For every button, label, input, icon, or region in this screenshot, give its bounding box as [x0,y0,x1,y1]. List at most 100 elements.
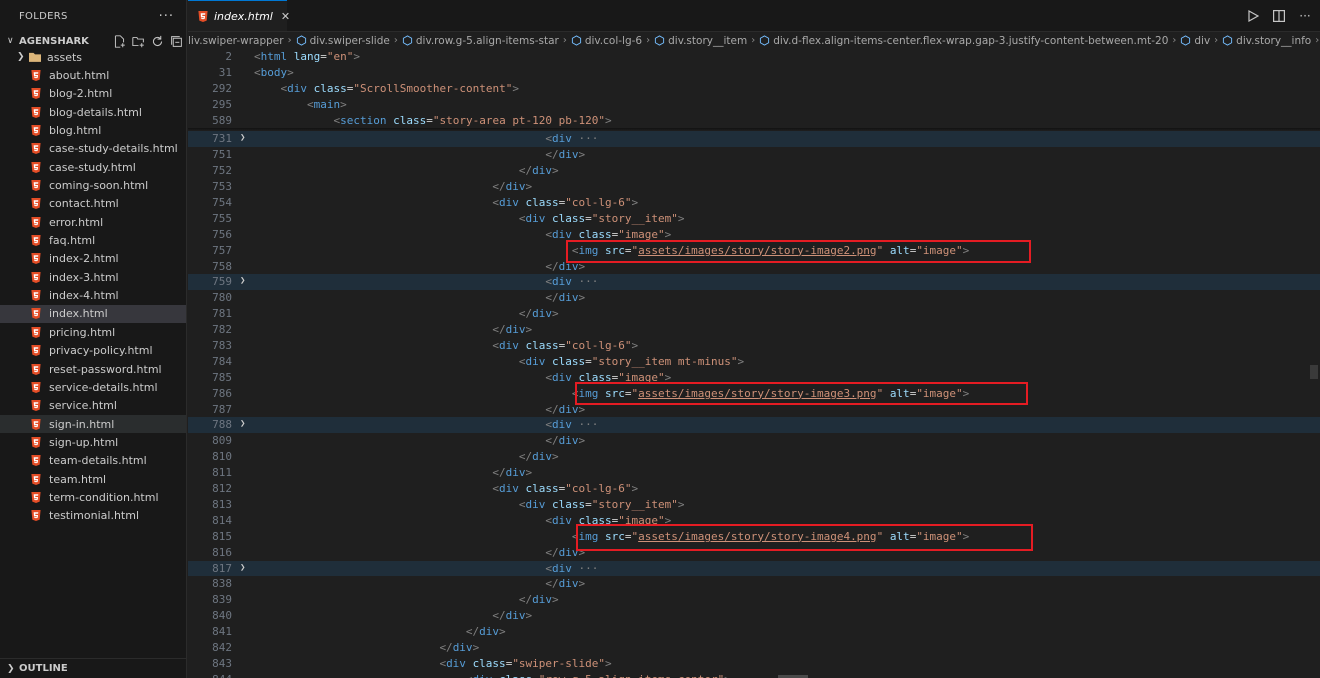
file-label: index.html [49,307,108,321]
outline-panel-header[interactable]: ❯ OUTLINE [0,658,186,678]
code-line[interactable]: 755 <div class="story__item"> [188,211,1320,227]
breadcrumb-item[interactable]: liv.swiper-wrapper [188,35,284,47]
code-line[interactable]: 788 ❯ <div ··· [188,417,1320,434]
chevron-right-icon: › [646,35,651,46]
split-editor-icon[interactable] [1272,9,1286,23]
breadcrumb-item[interactable]: div [1180,35,1210,47]
code-line[interactable]: 811 </div> [188,465,1320,481]
file-item[interactable]: term-condition.html [0,488,186,506]
line-number: 785 [212,370,232,384]
file-item[interactable]: coming-soon.html [0,176,186,194]
breadcrumb-item[interactable]: div.story__info [1222,35,1311,47]
tab-index-html[interactable]: index.html ✕ [188,0,290,31]
line-number: 842 [212,640,232,654]
code-line[interactable]: 782 </div> [188,322,1320,338]
file-item[interactable]: index-2.html [0,250,186,268]
code-line[interactable]: 295 <main> [188,97,1320,113]
code-line[interactable]: 839 </div> [188,592,1320,608]
breadcrumb-item[interactable]: div.row.g-5.align-items-star [402,35,559,47]
run-icon[interactable] [1246,9,1260,23]
file-item[interactable]: blog-2.html [0,85,186,103]
file-item[interactable]: testimonial.html [0,507,186,525]
code-line[interactable]: 781 </div> [188,306,1320,322]
code-line[interactable]: 784 <div class="story__item mt-minus"> [188,354,1320,370]
code-line[interactable]: 589 <section class="story-area pt-120 pb… [188,113,1320,129]
code-line[interactable]: 780 </div> [188,290,1320,306]
code-line[interactable]: 840 </div> [188,608,1320,624]
breadcrumb-item[interactable]: div.d-flex.align-items-center.flex-wrap.… [759,35,1168,47]
breadcrumb: liv.swiper-wrapper › div.swiper-slide › div.… [188,32,1320,49]
html5-icon [31,436,41,448]
code-line[interactable]: 844 <div class="row g-5 align-items-cent… [188,672,1320,678]
more-actions-icon[interactable]: ··· [1298,9,1312,23]
close-icon[interactable]: ✕ [281,10,290,23]
file-item[interactable]: team-details.html [0,452,186,470]
fold-chevron-icon[interactable]: ❯ [240,561,245,577]
file-item[interactable]: blog.html [0,121,186,139]
folder-assets[interactable]: ❯ assets [0,48,186,66]
collapse-all-icon[interactable] [169,34,184,48]
file-label: index-2.html [49,252,119,266]
breadcrumb-item[interactable]: div.swiper-slide [296,35,390,47]
file-item[interactable]: case-study.html [0,158,186,176]
code-line[interactable]: 843 <div class="swiper-slide"> [188,656,1320,672]
file-item[interactable]: case-study-details.html [0,140,186,158]
file-item[interactable]: blog-details.html [0,103,186,121]
new-file-icon[interactable] [112,34,127,48]
file-item[interactable]: team.html [0,470,186,488]
code-line[interactable]: 812 <div class="col-lg-6"> [188,481,1320,497]
vertical-scrollbar[interactable] [1306,49,1320,678]
chevron-down-icon[interactable]: ∨ [7,36,19,46]
code-line[interactable]: 817 ❯ <div ··· [188,560,1320,577]
file-item[interactable]: index.html [0,304,186,324]
code-line[interactable]: 2 <html lang="en"> [188,49,1320,65]
fold-chevron-icon[interactable]: ❯ [240,274,245,290]
code-line[interactable]: 759 ❯ <div ··· [188,274,1320,291]
code-line[interactable]: 751 </div> [188,147,1320,163]
file-item[interactable]: sign-in.html [0,414,186,434]
more-actions-icon[interactable]: ··· [159,9,174,24]
file-item[interactable]: index-4.html [0,286,186,304]
file-item[interactable]: reset-password.html [0,360,186,378]
code-line[interactable]: 809 </div> [188,433,1320,449]
element-icon [402,35,412,46]
code-line[interactable]: 842 </div> [188,640,1320,656]
code-line[interactable]: 813 <div class="story__item"> [188,497,1320,513]
code-view[interactable]: 2 <html lang="en"> 31 <body> 292 <div class=… [188,49,1320,678]
file-item[interactable]: pricing.html [0,323,186,341]
breadcrumb-label: div [1194,34,1211,47]
code-line[interactable]: 31 <body> [188,65,1320,81]
code-line[interactable]: 752 </div> [188,163,1320,179]
code-line[interactable]: 731 ❯ <div ··· [188,131,1320,148]
file-item[interactable]: service.html [0,397,186,415]
html5-icon [31,125,41,137]
file-item[interactable]: privacy-policy.html [0,342,186,360]
file-item[interactable]: about.html [0,66,186,84]
code-text: </div> [545,291,586,305]
file-item[interactable]: error.html [0,213,186,231]
code-line[interactable]: 838 </div> [188,576,1320,592]
html5-icon [31,253,41,265]
breadcrumb-item[interactable]: div.col-lg-6 [571,35,642,47]
file-label: team-details.html [49,454,147,468]
code-line[interactable]: 753 </div> [188,179,1320,195]
breadcrumb-item[interactable]: div.story__item [654,35,747,47]
refresh-icon[interactable] [150,34,165,48]
code-line[interactable]: 783 <div class="col-lg-6"> [188,338,1320,354]
file-item[interactable]: contact.html [0,195,186,213]
file-label: blog.html [49,124,102,138]
code-line[interactable]: 292 <div class="ScrollSmoother-content"> [188,81,1320,97]
file-item[interactable]: faq.html [0,231,186,249]
fold-chevron-icon[interactable]: ❯ [240,131,245,147]
code-line[interactable]: 841 </div> [188,624,1320,640]
file-item[interactable]: index-3.html [0,268,186,286]
line-number: 815 [212,529,232,543]
file-item[interactable]: service-details.html [0,378,186,396]
code-line[interactable]: 754 <div class="col-lg-6"> [188,195,1320,211]
file-item[interactable]: sign-up.html [0,433,186,451]
code-text: <div class="col-lg-6"> [492,196,639,210]
line-number: 756 [212,227,232,241]
new-folder-icon[interactable] [131,34,146,48]
code-line[interactable]: 810 </div> [188,449,1320,465]
fold-chevron-icon[interactable]: ❯ [240,417,245,433]
